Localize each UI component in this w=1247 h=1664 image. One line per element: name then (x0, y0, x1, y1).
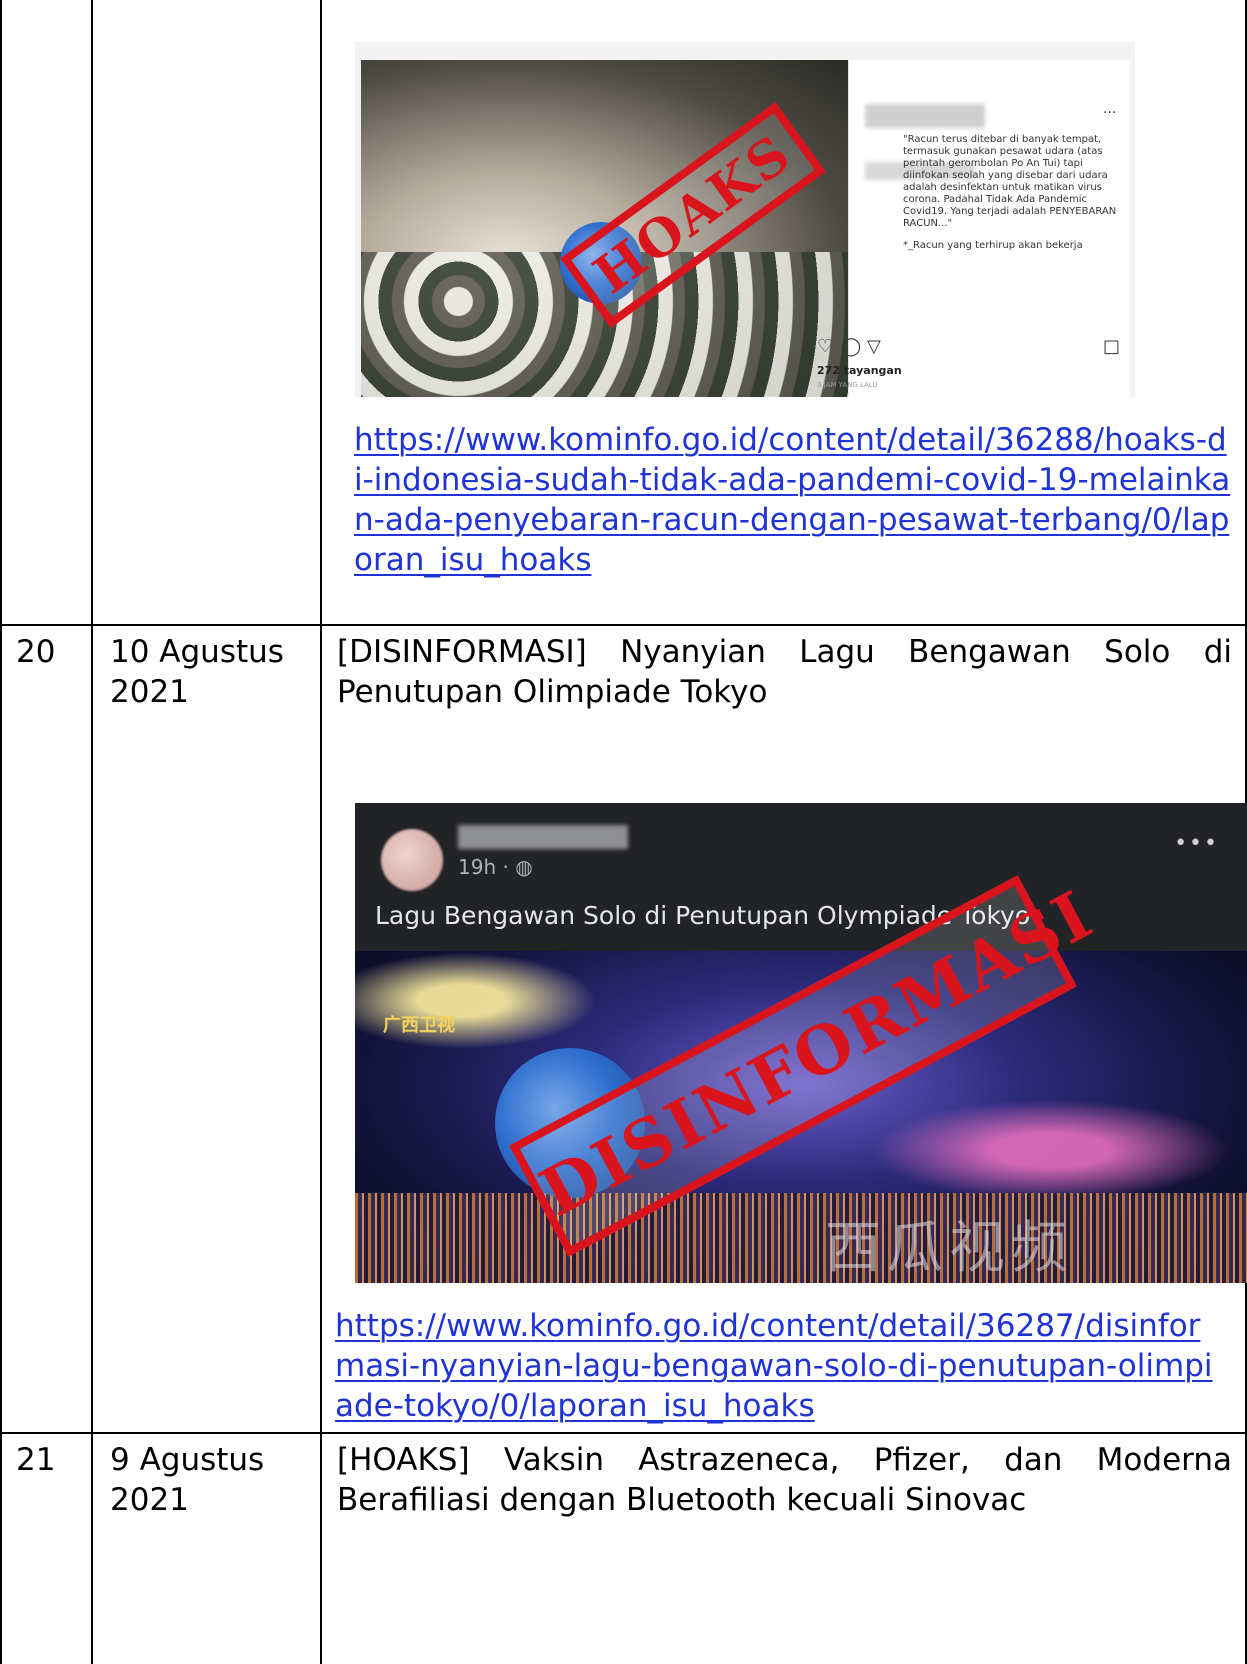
row-divider (0, 1432, 1247, 1434)
blurred-username (458, 825, 628, 849)
comment-icon[interactable]: ◯ (841, 338, 861, 356)
table-border-col2 (320, 0, 322, 1664)
more-options-icon[interactable]: ••• (1174, 831, 1219, 856)
caption-text: "Racun terus ditebar di banyak tempat, t… (903, 134, 1117, 229)
crowd-texture (355, 1193, 1247, 1283)
blurred-username (865, 104, 985, 128)
share-icon[interactable]: ▽ (867, 338, 881, 356)
facebook-post-screenshot: 19h · ◍ ••• Lagu Bengawan Solo di Penutu… (355, 803, 1247, 1283)
table-border-left (0, 0, 2, 1664)
row-title: [HOAKS] Vaksin Astrazeneca, Pfizer, dan … (337, 1442, 1232, 1518)
row-date: 10 Agustus 2021 (110, 634, 284, 710)
instagram-post-screenshot: HOAKS ... "Racun terus ditebar di banyak… (355, 42, 1135, 397)
video-watermark: 西瓜视频 (825, 1216, 1073, 1281)
bookmark-icon[interactable]: □ (1103, 338, 1120, 356)
post-caption: "Racun terus ditebar di banyak tempat, t… (903, 134, 1118, 252)
more-options-icon[interactable]: ... (1103, 100, 1116, 118)
row-number: 21 (16, 1442, 56, 1478)
post-age: 3 JAM YANG LALU (817, 381, 878, 389)
table-border-col1 (91, 0, 93, 1664)
source-link[interactable]: https://www.kominfo.go.id/content/detail… (354, 420, 1234, 580)
row-date: 9 Agustus 2021 (110, 1442, 265, 1518)
heart-icon[interactable]: ♡ (817, 338, 833, 356)
channel-logo: 广西卫视 (383, 1015, 455, 1036)
row-divider (0, 624, 1247, 626)
post-time: 19h · ◍ (458, 855, 533, 879)
view-count: 272 tayangan (817, 364, 902, 377)
hoax-report-table: HOAKS ... "Racun terus ditebar di banyak… (0, 0, 1247, 1664)
caption-text-2: *_Racun yang terhirup akan bekerja (903, 240, 1083, 251)
avatar (381, 829, 443, 891)
row-number: 20 (16, 634, 56, 670)
source-link[interactable]: https://www.kominfo.go.id/content/detail… (335, 1306, 1225, 1426)
row-title: [DISINFORMASI] Nyanyian Lagu Bengawan So… (337, 634, 1232, 710)
